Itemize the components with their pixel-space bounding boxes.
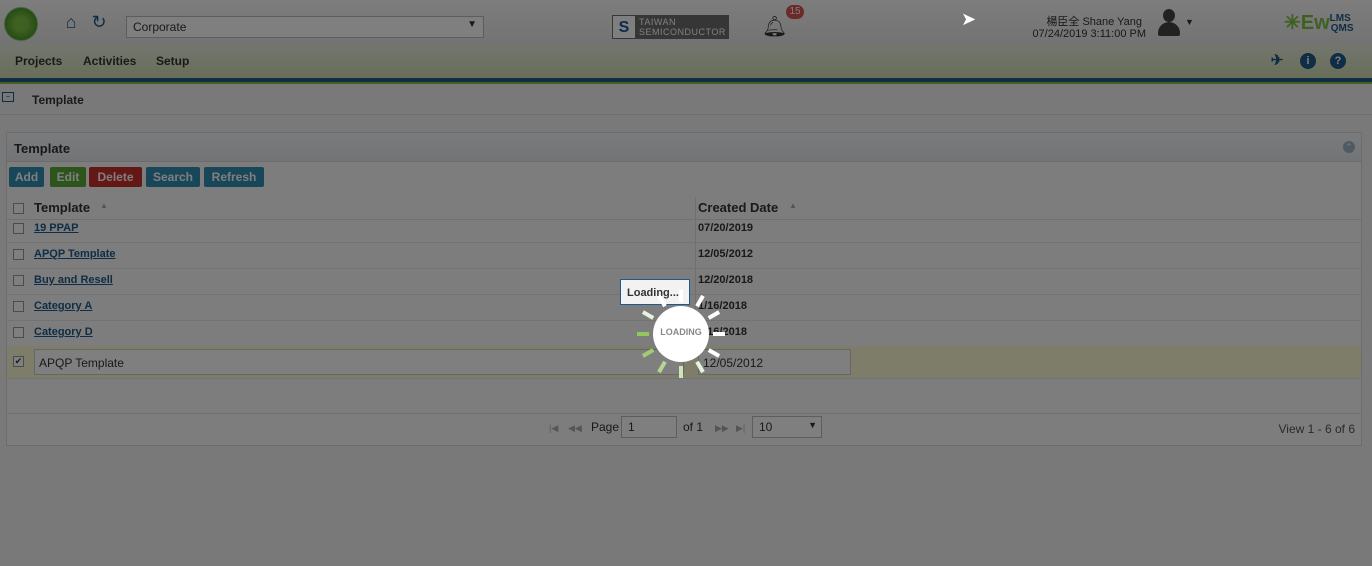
mouse-cursor-icon: ➤ <box>961 9 977 29</box>
spinner-text: LOADING <box>660 327 702 337</box>
loading-spinner: LOADING <box>635 288 727 380</box>
